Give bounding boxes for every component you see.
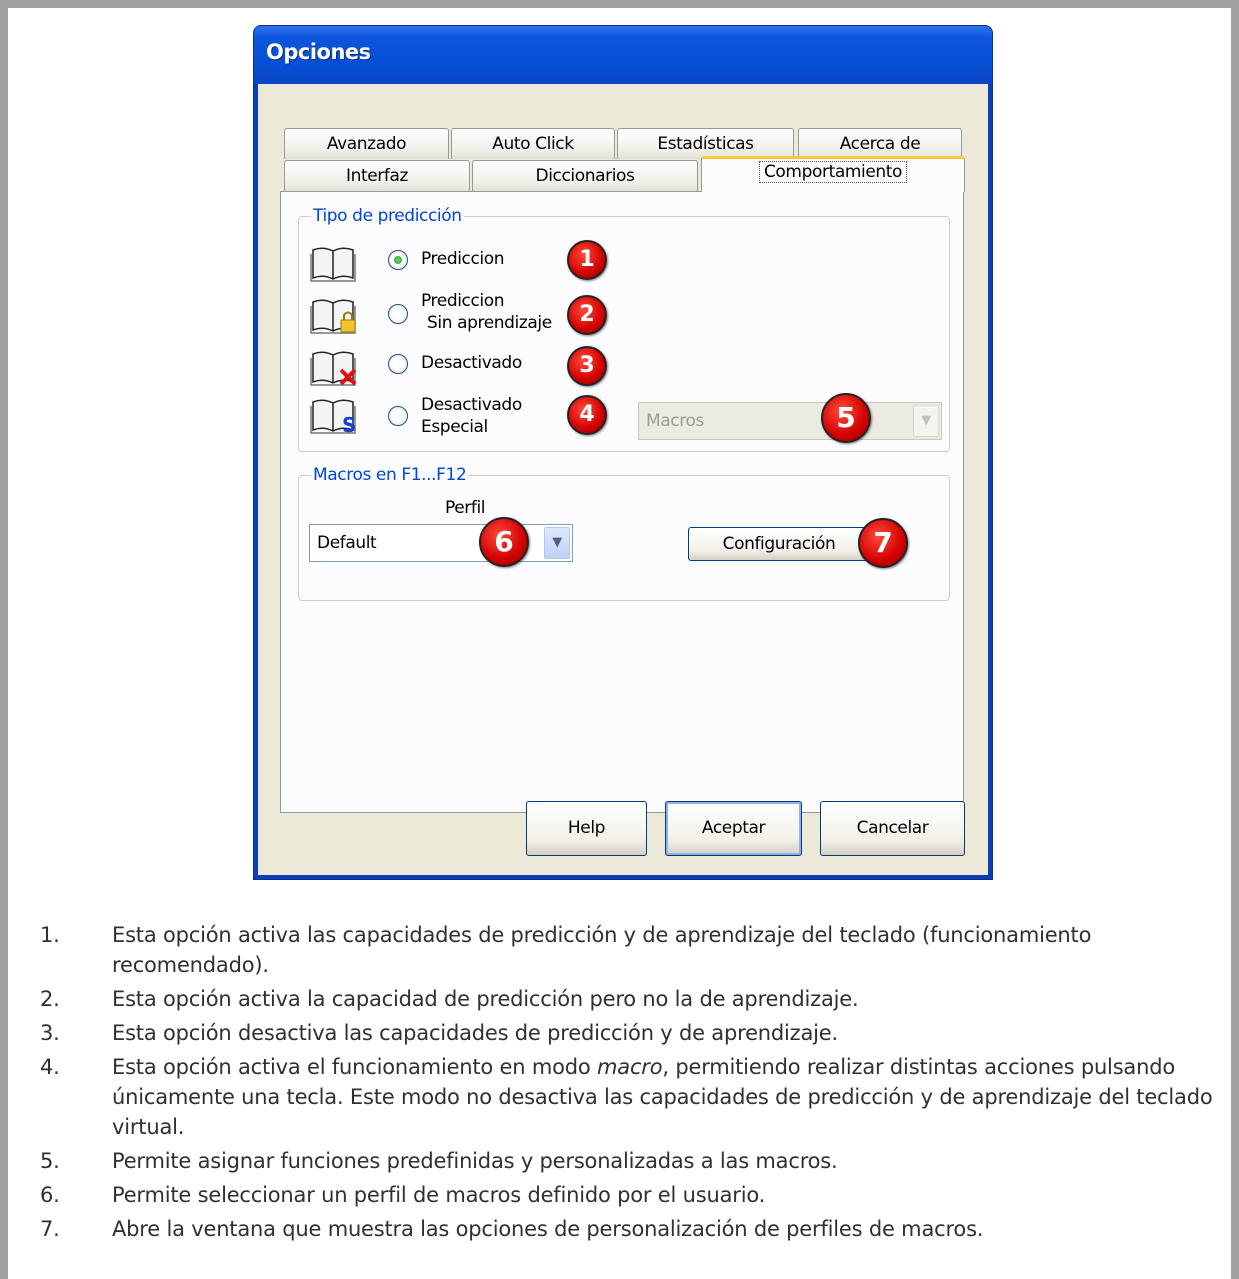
tab-panel-comportamiento: Tipo de predicción Prediccion 1 Predicci… [280,191,964,813]
accept-button[interactable]: Aceptar [665,801,802,856]
book-icon [310,247,356,282]
prediction-type-legend: Tipo de predicción [313,206,462,226]
list-item: 7. Abre la ventana que muestra las opcion… [40,1214,1220,1244]
prediction-radio[interactable] [388,250,408,270]
disabled-label: Desactivado [421,353,522,373]
label-line-2: Sin aprendizaje [427,313,552,333]
profile-select-value: Default [317,533,377,553]
tab-interfaz[interactable]: Interfaz [284,160,470,191]
list-item: 4. Esta opción activa el funcionamiento e… [40,1052,1220,1142]
title-bar[interactable]: Opciones [254,26,992,84]
label-line-1: Prediccion [421,291,505,311]
dialog-body: Avanzado Auto Click Estadísticas Acerca … [258,84,988,875]
list-item-text: Esta opción activa las capacidades de pr… [112,923,1092,977]
list-item-text: Permite seleccionar un perfil de macros … [112,1183,766,1207]
options-dialog: Opciones Avanzado Auto Click Estadística… [253,25,993,880]
radio-selected-dot [394,256,402,264]
macros-select[interactable]: Macros ▼ [638,402,942,440]
callout-badge-2: 2 [567,295,607,335]
svg-text:S: S [342,413,356,434]
tab-avanzado[interactable]: Avanzado [284,128,449,159]
callout-badge-4: 4 [567,395,607,435]
tab-acerca-de[interactable]: Acerca de [798,128,962,159]
callout-badge-7: 7 [858,518,908,568]
chevron-down-icon[interactable]: ▼ [544,527,570,559]
tab-comportamiento[interactable]: Comportamiento [701,156,965,192]
disabled-radio[interactable] [388,354,408,374]
description-list: 1. Esta opción activa las capacidades de … [40,920,1220,1248]
list-item-number: 5. [40,1149,60,1173]
callout-badge-5: 5 [821,393,871,443]
book-special-icon: S [310,399,356,434]
disabled-special-radio[interactable] [388,406,408,426]
list-item-text: Esta opción activa la capacidad de predi… [112,987,859,1011]
disabled-special-label: Desactivado Especial [421,394,522,438]
list-item: 5. Permite asignar funciones predefinidas… [40,1146,1220,1176]
help-button[interactable]: Help [526,801,647,856]
list-item: 2. Esta opción activa la capacidad de pre… [40,984,1220,1014]
book-lock-icon [310,299,356,334]
list-item-text: Abre la ventana que muestra las opciones… [112,1217,984,1241]
list-item-number: 3. [40,1021,60,1045]
callout-badge-6: 6 [479,517,529,567]
list-item-text-before: Esta opción activa el funcionamiento en … [112,1055,598,1079]
dialog-title: Opciones [266,40,371,64]
macros-legend: Macros en F1...F12 [313,465,467,485]
prediction-no-learning-label: Prediccion Sin aprendizaje [421,290,552,334]
book-disabled-icon [310,351,357,386]
callout-badge-1: 1 [567,240,607,280]
list-item-number: 4. [40,1055,60,1079]
tab-auto-click[interactable]: Auto Click [451,128,615,159]
profile-select[interactable]: Default ▼ [309,524,573,562]
configuration-button[interactable]: Configuración [688,527,870,561]
list-item: 3. Esta opción desactiva las capacidades … [40,1018,1220,1048]
tab-estadisticas[interactable]: Estadísticas [617,128,794,159]
list-item-number: 6. [40,1183,60,1207]
list-item: 1. Esta opción activa las capacidades de … [40,920,1220,980]
list-item-number: 7. [40,1217,60,1241]
label-line-1: Desactivado [421,395,522,415]
chevron-down-icon[interactable]: ▼ [913,405,939,437]
list-item-text: Permite asignar funciones predefinidas y… [112,1149,838,1173]
macros-select-value: Macros [646,411,704,431]
prediction-no-learning-radio[interactable] [388,304,408,324]
tab-diccionarios[interactable]: Diccionarios [472,160,698,191]
list-item-text-italic: macro [597,1055,663,1079]
profile-label: Perfil [445,498,486,518]
list-item: 6. Permite seleccionar un perfil de macro… [40,1180,1220,1210]
callout-badge-3: 3 [567,346,607,386]
list-item-text: Esta opción desactiva las capacidades de… [112,1021,838,1045]
label-line-2: Especial [421,417,488,437]
prediction-label: Prediccion [421,249,505,269]
list-item-number: 2. [40,987,60,1011]
cancel-button[interactable]: Cancelar [820,801,965,856]
list-item-number: 1. [40,923,60,947]
